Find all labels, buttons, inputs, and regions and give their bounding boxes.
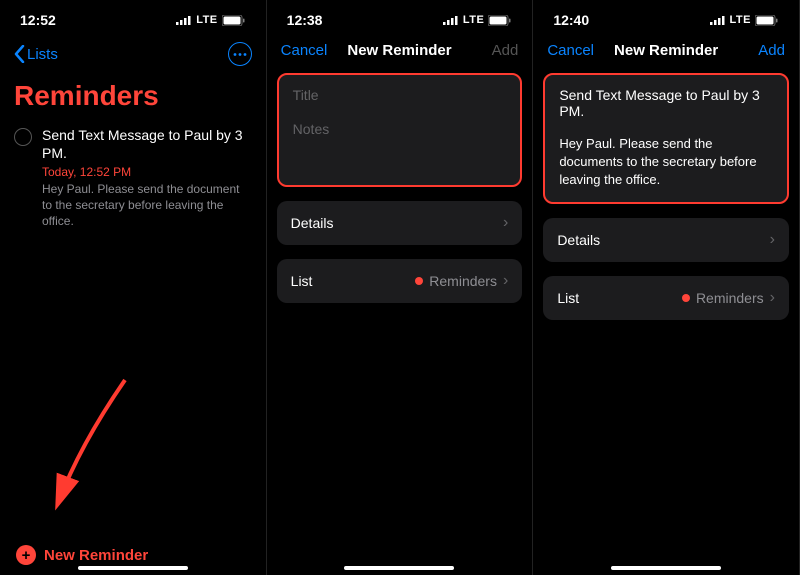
details-label: Details <box>291 215 334 231</box>
title-input[interactable]: Title <box>293 87 507 103</box>
status-time: 12:52 <box>20 12 56 28</box>
annotation-arrow <box>50 375 140 515</box>
back-label: Lists <box>27 46 58 63</box>
nav-bar: Cancel New Reminder Add <box>533 40 799 67</box>
home-indicator[interactable] <box>611 566 721 570</box>
screen-new-reminder-filled: 12:40 LTE Cancel New Reminder Add Send T… <box>533 0 800 575</box>
status-right: LTE <box>443 14 512 26</box>
signal-icon <box>443 15 459 25</box>
reminder-item[interactable]: Send Text Message to Paul by 3 PM. Today… <box>0 126 266 229</box>
details-cell[interactable]: Details › <box>543 218 789 262</box>
cancel-button[interactable]: Cancel <box>281 42 328 59</box>
chevron-right-icon: › <box>503 214 508 232</box>
details-cell[interactable]: Details › <box>277 201 523 245</box>
screen-new-reminder-empty: 12:38 LTE Cancel New Reminder Add Title … <box>267 0 534 575</box>
reminder-title: Send Text Message to Paul by 3 PM. <box>42 126 252 162</box>
chevron-right-icon: › <box>770 289 775 307</box>
status-bar: 12:40 LTE <box>533 0 799 40</box>
carrier-label: LTE <box>730 14 751 26</box>
status-right: LTE <box>710 14 779 26</box>
reminder-notes: Hey Paul. Please send the document to th… <box>42 182 252 229</box>
nav-title: New Reminder <box>347 42 451 59</box>
list-color-dot-icon <box>682 294 690 302</box>
status-time: 12:40 <box>553 12 589 28</box>
list-color-dot-icon <box>415 277 423 285</box>
home-indicator[interactable] <box>78 566 188 570</box>
new-reminder-label: New Reminder <box>44 547 148 564</box>
list-label: List <box>557 290 579 306</box>
nav-title: New Reminder <box>614 42 718 59</box>
input-card: Send Text Message to Paul by 3 PM. Hey P… <box>543 73 789 204</box>
add-button[interactable]: Add <box>492 42 519 59</box>
status-time: 12:38 <box>287 12 323 28</box>
list-cell[interactable]: List Reminders › <box>277 259 523 303</box>
status-bar: 12:52 LTE <box>0 0 266 40</box>
nav-bar: Cancel New Reminder Add <box>267 40 533 67</box>
list-value: Reminders <box>696 290 764 306</box>
title-input[interactable]: Send Text Message to Paul by 3 PM. <box>559 87 773 119</box>
list-value: Reminders <box>429 273 497 289</box>
list-label: List <box>291 273 313 289</box>
details-label: Details <box>557 232 600 248</box>
more-icon[interactable] <box>228 42 252 66</box>
status-bar: 12:38 LTE <box>267 0 533 40</box>
battery-icon <box>222 15 246 26</box>
page-title: Reminders <box>0 74 266 126</box>
cancel-button[interactable]: Cancel <box>547 42 594 59</box>
home-indicator[interactable] <box>344 566 454 570</box>
new-reminder-button[interactable]: + New Reminder <box>16 545 250 565</box>
nav-bar: Lists <box>0 40 266 74</box>
battery-icon <box>755 15 779 26</box>
chevron-right-icon: › <box>770 231 775 249</box>
reminder-body: Send Text Message to Paul by 3 PM. Today… <box>42 126 252 229</box>
checkbox-icon[interactable] <box>14 128 32 146</box>
screen-reminders-list: 12:52 LTE Lists Reminders Send Text Mess… <box>0 0 267 575</box>
chevron-right-icon: › <box>503 272 508 290</box>
signal-icon <box>176 15 192 25</box>
list-cell[interactable]: List Reminders › <box>543 276 789 320</box>
status-right: LTE <box>176 14 245 26</box>
notes-input[interactable]: Notes <box>293 121 507 137</box>
battery-icon <box>488 15 512 26</box>
carrier-label: LTE <box>196 14 217 26</box>
signal-icon <box>710 15 726 25</box>
reminder-due: Today, 12:52 PM <box>42 165 252 179</box>
plus-icon: + <box>16 545 36 565</box>
add-button[interactable]: Add <box>758 42 785 59</box>
input-card: Title Notes <box>277 73 523 187</box>
carrier-label: LTE <box>463 14 484 26</box>
back-button[interactable]: Lists <box>14 45 58 63</box>
notes-input[interactable]: Hey Paul. Please send the documents to t… <box>559 135 773 190</box>
